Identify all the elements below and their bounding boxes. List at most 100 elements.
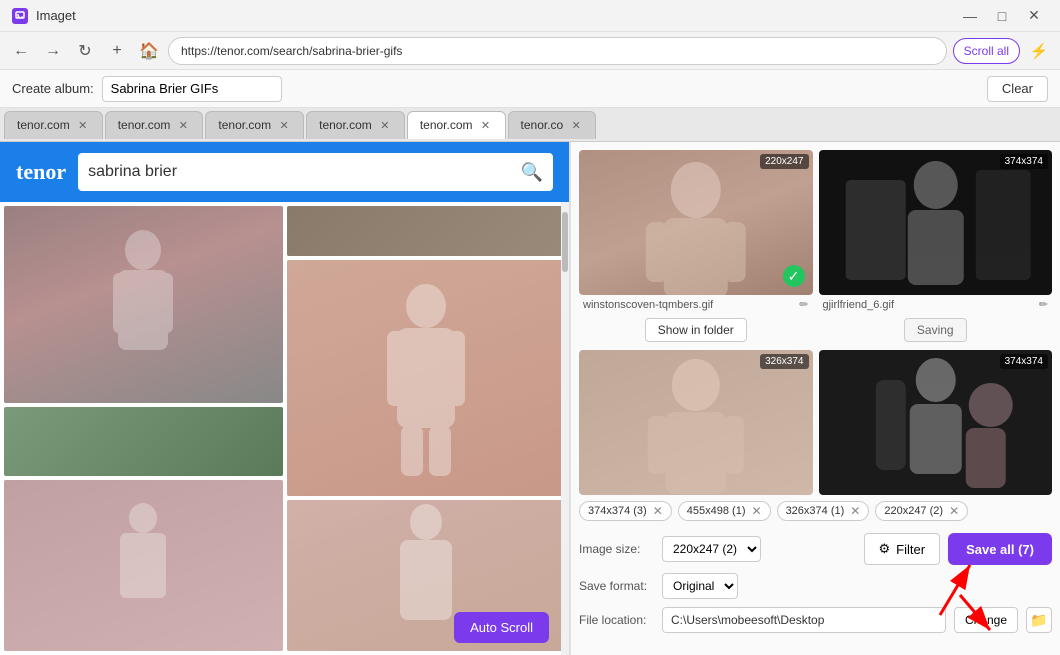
close-button[interactable]: ✕ xyxy=(1020,2,1048,30)
app-icon xyxy=(12,8,28,24)
bottom-controls: Image size: 220x247 (2) 374x374 (3) 455x… xyxy=(571,527,1060,639)
format-select[interactable]: Original JPEG PNG WebP xyxy=(662,573,738,599)
tenor-search-input[interactable] xyxy=(88,163,512,181)
tag-label-4: 220x247 (2) xyxy=(884,505,943,517)
scroll-all-button[interactable]: Scroll all xyxy=(953,38,1020,64)
albumbar: Create album: Clear xyxy=(0,70,1060,108)
tab-close-2[interactable]: ✕ xyxy=(176,118,190,132)
size-badge-4: 374x374 xyxy=(1000,354,1048,369)
tag-chip-4[interactable]: 220x247 (2) ✕ xyxy=(875,501,968,521)
tag-remove-2[interactable]: ✕ xyxy=(752,504,762,518)
tab-3[interactable]: tenor.com ✕ xyxy=(205,111,304,139)
image-size-label: Image size: xyxy=(579,542,654,556)
tenor-search-box: 🔍 xyxy=(78,153,553,191)
gallery-item-1[interactable]: 220x247 ✓ xyxy=(579,150,813,295)
gallery-item-3[interactable]: 326x374 xyxy=(579,350,813,495)
tenor-logo: tenor xyxy=(16,159,66,185)
filter-icon: ⚙ xyxy=(879,541,891,557)
edit-icon-2[interactable]: ✏ xyxy=(1039,298,1048,311)
album-name-input[interactable] xyxy=(102,76,282,102)
browser-scrollbar[interactable] xyxy=(561,202,569,655)
change-button[interactable]: Change xyxy=(954,607,1018,633)
clear-button[interactable]: Clear xyxy=(987,76,1048,102)
grid-image-3[interactable] xyxy=(4,480,283,651)
tab-close-1[interactable]: ✕ xyxy=(76,118,90,132)
file-location-input[interactable] xyxy=(662,607,946,633)
scrollbar-thumb xyxy=(562,212,568,272)
tabs-bar: tenor.com ✕ tenor.com ✕ tenor.com ✕ teno… xyxy=(0,108,1060,142)
tag-label-2: 455x498 (1) xyxy=(687,505,746,517)
filename-2: gjirlfriend_6.gif xyxy=(823,299,895,311)
check-badge-1: ✓ xyxy=(783,265,805,287)
gallery-item-2-wrapper: 374x374 gjirlfriend_6.gif ✏ Saving xyxy=(816,150,1053,346)
browser-panel: tenor 🔍 xyxy=(0,142,570,655)
image-grid xyxy=(0,202,569,655)
gallery-item-2[interactable]: 374x374 xyxy=(819,150,1053,295)
size-badge-3: 326x374 xyxy=(760,354,808,369)
app-title: Imaget xyxy=(36,8,76,23)
tab-2[interactable]: tenor.com ✕ xyxy=(105,111,204,139)
auto-scroll-button[interactable]: Auto Scroll xyxy=(454,612,549,643)
bookmark-button[interactable]: ⚡ xyxy=(1026,38,1052,64)
save-all-button[interactable]: Save all (7) xyxy=(948,533,1052,565)
grid-image-2[interactable] xyxy=(4,407,283,476)
tag-label-3: 326x374 (1) xyxy=(786,505,845,517)
window-controls: — □ ✕ xyxy=(956,2,1048,30)
tab-4[interactable]: tenor.com ✕ xyxy=(306,111,405,139)
main-content: tenor 🔍 xyxy=(0,142,1060,655)
tag-remove-3[interactable]: ✕ xyxy=(850,504,860,518)
grid-col-1 xyxy=(4,206,283,651)
tab-5[interactable]: tenor.com ✕ xyxy=(407,111,506,139)
size-controls-row: Image size: 220x247 (2) 374x374 (3) 455x… xyxy=(579,533,1052,565)
grid-col-2 xyxy=(287,206,566,651)
tag-chip-2[interactable]: 455x498 (1) ✕ xyxy=(678,501,771,521)
home-button[interactable]: 🏠 xyxy=(136,38,162,64)
tag-remove-1[interactable]: ✕ xyxy=(653,504,663,518)
format-controls-row: Save format: Original JPEG PNG WebP xyxy=(579,573,1052,599)
minimize-button[interactable]: — xyxy=(956,2,984,30)
tag-label-1: 374x374 (3) xyxy=(588,505,647,517)
tab-1[interactable]: tenor.com ✕ xyxy=(4,111,103,139)
gallery-action-2: Saving xyxy=(819,314,1053,346)
edit-icon-1[interactable]: ✏ xyxy=(799,298,808,311)
tenor-header: tenor 🔍 xyxy=(0,142,569,202)
titlebar: Imaget — □ ✕ xyxy=(0,0,1060,32)
folder-icon: 📁 xyxy=(1030,612,1047,629)
tenor-search-icon[interactable]: 🔍 xyxy=(521,162,543,183)
size-badge-1: 220x247 xyxy=(760,154,808,169)
filter-button[interactable]: ⚙ Filter xyxy=(864,533,941,565)
tab-close-5[interactable]: ✕ xyxy=(479,118,493,132)
grid-image-4[interactable] xyxy=(287,206,566,256)
filename-1: winstonscoven-tqmbers.gif xyxy=(583,299,713,311)
url-input[interactable] xyxy=(168,37,947,65)
gallery-item-3-wrapper: 326x374 xyxy=(579,350,816,495)
titlebar-left: Imaget xyxy=(12,8,76,24)
tab-close-6[interactable]: ✕ xyxy=(569,118,583,132)
show-folder-button-1[interactable]: Show in folder xyxy=(645,318,747,342)
tag-remove-4[interactable]: ✕ xyxy=(949,504,959,518)
folder-button[interactable]: 📁 xyxy=(1026,607,1052,633)
grid-image-5[interactable] xyxy=(287,260,566,495)
gallery-action-1: Show in folder xyxy=(579,314,813,346)
maximize-button[interactable]: □ xyxy=(988,2,1016,30)
gallery-item-2-info: gjirlfriend_6.gif ✏ xyxy=(819,295,1053,314)
tag-chip-3[interactable]: 326x374 (1) ✕ xyxy=(777,501,870,521)
grid-image-1[interactable] xyxy=(4,206,283,403)
new-tab-button[interactable]: + xyxy=(104,38,130,64)
right-panel: 220x247 ✓ winstonscoven-tqmbers.gif ✏ Sh… xyxy=(571,142,1060,655)
location-controls-row: File location: Change 📁 xyxy=(579,607,1052,633)
gallery-grid: 220x247 ✓ winstonscoven-tqmbers.gif ✏ Sh… xyxy=(571,142,1060,495)
gallery-item-4[interactable]: 374x374 xyxy=(819,350,1053,495)
save-format-label: Save format: xyxy=(579,579,654,593)
forward-button[interactable]: → xyxy=(40,38,66,64)
back-button[interactable]: ← xyxy=(8,38,34,64)
tab-6[interactable]: tenor.co ✕ xyxy=(508,111,597,139)
create-album-label: Create album: xyxy=(12,81,94,96)
image-size-select[interactable]: 220x247 (2) 374x374 (3) 455x498 (1) 326x… xyxy=(662,536,761,562)
refresh-button[interactable]: ↻ xyxy=(72,38,98,64)
tab-close-3[interactable]: ✕ xyxy=(277,118,291,132)
gallery-item-1-info: winstonscoven-tqmbers.gif ✏ xyxy=(579,295,813,314)
tag-chip-1[interactable]: 374x374 (3) ✕ xyxy=(579,501,672,521)
file-location-label: File location: xyxy=(579,613,654,627)
tab-close-4[interactable]: ✕ xyxy=(378,118,392,132)
